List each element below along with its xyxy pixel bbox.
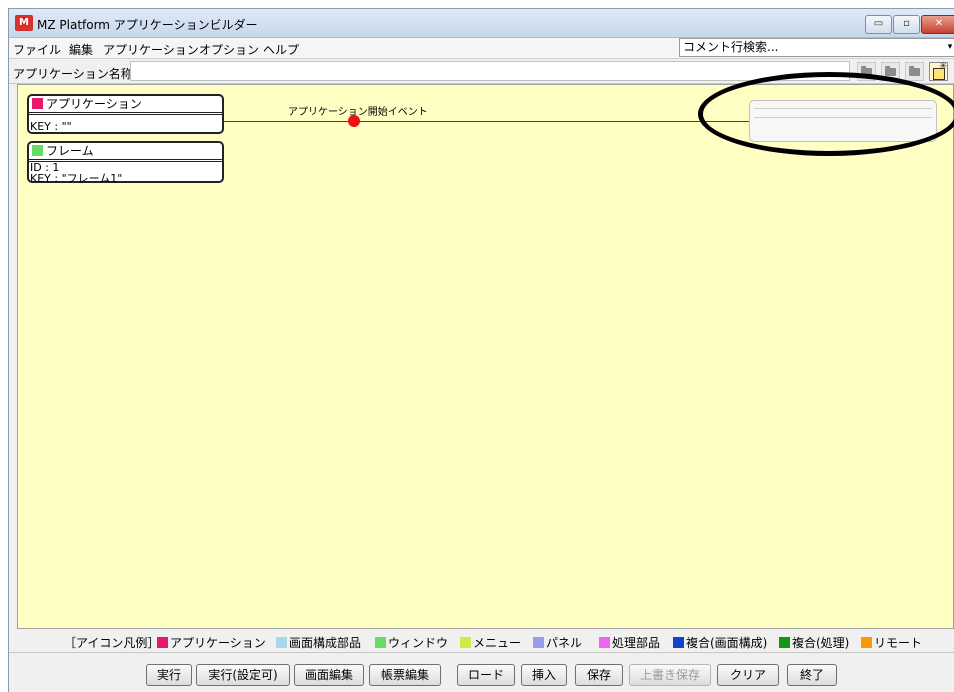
dropdown-arrow-icon[interactable]: ▾	[944, 39, 954, 56]
screen-parts-swatch-icon	[276, 637, 287, 648]
screen-edit-button[interactable]: 画面編集	[294, 664, 364, 686]
application-node[interactable]: アプリケーション KEY : ""	[27, 94, 224, 134]
frame-node[interactable]: フレーム ID : 1 KEY : "フレーム1"	[27, 141, 224, 185]
legend-item-processing-parts: 処理部品	[599, 634, 660, 651]
event-connector-dot[interactable]	[348, 115, 360, 127]
load-button[interactable]: ロード	[457, 664, 515, 686]
application-name-label: アプリケーション名称	[13, 67, 133, 81]
menu-application[interactable]: アプリケーション	[103, 41, 199, 58]
legend-item-remote: リモート	[861, 634, 922, 651]
legend-item-panel: パネル	[533, 634, 582, 651]
menu-options[interactable]: オプション	[199, 41, 259, 58]
application-node-key: KEY : ""	[30, 120, 72, 133]
legend-item-window: ウィンドウ	[375, 634, 448, 651]
legend-heading: ［アイコン凡例］	[64, 636, 160, 650]
remote-swatch-icon	[861, 637, 872, 648]
frame-node-title: フレーム	[46, 144, 94, 158]
builder-canvas[interactable]: アプリケーション KEY : "" フレーム ID : 1 KEY : "フレー…	[17, 84, 954, 629]
save-button[interactable]: 保存	[575, 664, 623, 686]
close-button[interactable]: ✕	[921, 15, 954, 34]
highlight-ellipse-annotation	[698, 72, 954, 156]
frame-node-icon	[32, 145, 43, 156]
legend-item-composite-processing: 複合(処理)	[779, 634, 849, 651]
comment-search-value: コメント行検索...	[683, 40, 779, 54]
legend-item-screen-parts: 画面構成部品	[276, 634, 361, 651]
legend-item-application: アプリケーション	[157, 634, 266, 651]
icon-legend: ［アイコン凡例］ アプリケーション 画面構成部品 ウィンドウ メニュー パネル …	[9, 631, 954, 651]
menu-swatch-icon	[460, 637, 471, 648]
run-configurable-button[interactable]: 実行(設定可)	[196, 664, 290, 686]
exit-button[interactable]: 終了	[787, 664, 837, 686]
insert-button[interactable]: 挿入	[521, 664, 567, 686]
composite-processing-swatch-icon	[779, 637, 790, 648]
composite-screen-swatch-icon	[673, 637, 684, 648]
window-swatch-icon	[375, 637, 386, 648]
legend-item-composite-screen: 複合(画面構成)	[673, 634, 767, 651]
menu-file[interactable]: ファイル	[13, 41, 61, 58]
application-node-icon	[32, 98, 43, 109]
panel-swatch-icon	[533, 637, 544, 648]
run-button[interactable]: 実行	[146, 664, 192, 686]
overwrite-save-button[interactable]: 上書き保存	[629, 664, 711, 686]
frame-node-key: KEY : "フレーム1"	[30, 172, 123, 185]
legend-item-menu: メニュー	[460, 634, 521, 651]
comment-search-combobox[interactable]: コメント行検索... ▾	[679, 38, 954, 57]
clear-button[interactable]: クリア	[717, 664, 779, 686]
mz-logo-icon: M	[15, 15, 33, 31]
application-node-title: アプリケーション	[46, 97, 142, 111]
new-document-icon[interactable]: ✳	[929, 61, 948, 81]
form-edit-button[interactable]: 帳票編集	[369, 664, 441, 686]
button-bar: 実行 実行(設定可) 画面編集 帳票編集 ロード 挿入 保存 上書き保存 クリア…	[9, 652, 954, 692]
menu-edit[interactable]: 編集	[69, 41, 93, 58]
window-title: MZ Platform アプリケーションビルダー	[37, 18, 258, 32]
minimize-button[interactable]: ▭	[865, 15, 892, 34]
maximize-button[interactable]: ▫	[893, 15, 920, 34]
title-bar[interactable]: M MZ Platform アプリケーションビルダー ▭ ▫ ✕	[9, 9, 954, 38]
processing-parts-swatch-icon	[599, 637, 610, 648]
application-name-input[interactable]	[130, 61, 850, 81]
folder-icon[interactable]	[905, 62, 924, 81]
event-connection-line	[223, 121, 750, 122]
application-swatch-icon	[157, 637, 168, 648]
menu-help[interactable]: ヘルプ	[263, 41, 299, 58]
